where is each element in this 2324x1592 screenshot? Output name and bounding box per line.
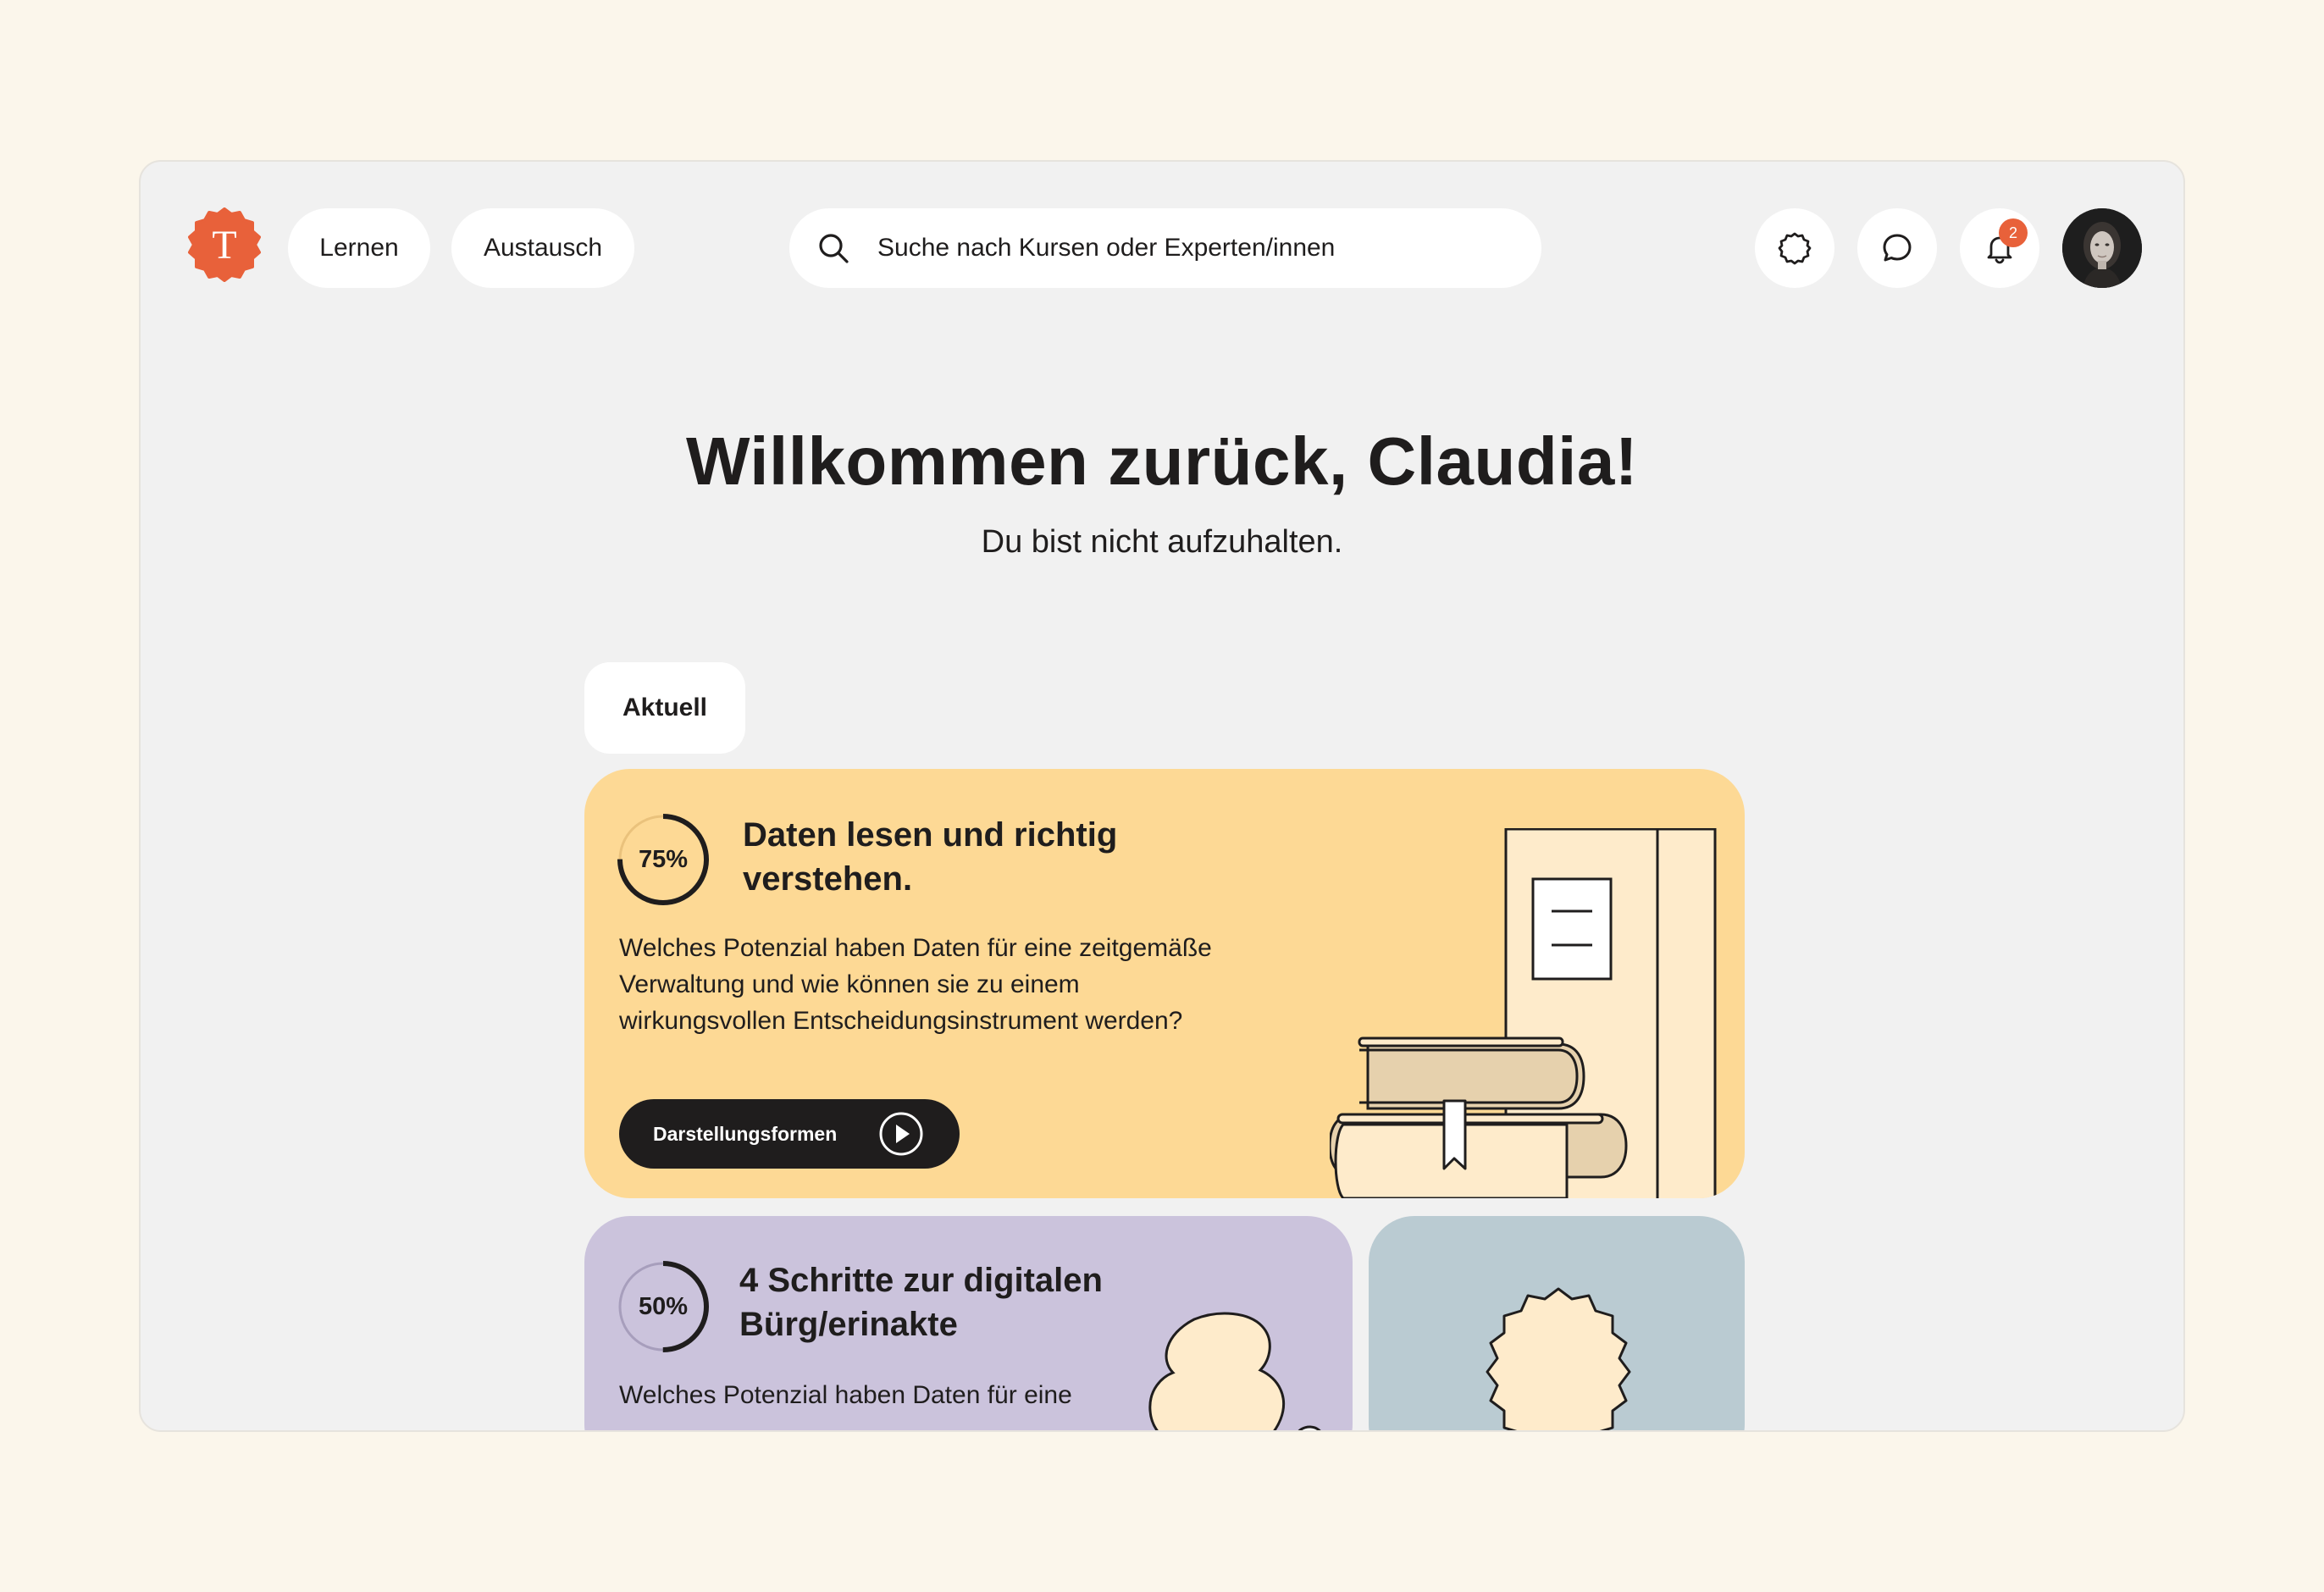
- play-icon: [879, 1112, 923, 1156]
- darstellungsformen-button[interactable]: Darstellungsformen: [619, 1099, 960, 1169]
- course-description-line: Welches Potenzial haben Daten für eine z…: [619, 934, 1212, 962]
- help-badge-icon: [1778, 232, 1812, 265]
- help-button[interactable]: [1755, 208, 1834, 288]
- course-description-line: wirkungsvollen Entscheidungsinstrument w…: [619, 1007, 1183, 1035]
- course-description-line: Welches Potenzial haben Daten für eine: [619, 1381, 1072, 1409]
- tab-aktuell[interactable]: Aktuell: [584, 662, 745, 754]
- logo[interactable]: T: [187, 207, 262, 282]
- course-title: 4 Schritte zur digitalen Bürg/erinakte: [739, 1258, 1103, 1346]
- course-description: Welches Potenzial haben Daten für eine z…: [619, 930, 1212, 1039]
- progress-label: 75%: [638, 845, 689, 873]
- nav-austausch-label: Austausch: [483, 234, 603, 262]
- course-title-line: 4 Schritte zur digitalen: [739, 1262, 1103, 1299]
- course-description-line: Verwaltung und wie können sie zu einem: [619, 970, 1080, 998]
- chat-button[interactable]: [1857, 208, 1937, 288]
- progress-ring: 75%: [616, 812, 711, 907]
- course-card-daten[interactable]: 75% Daten lesen und richtig verstehen. W…: [584, 769, 1745, 1198]
- notifications-button[interactable]: 2: [1960, 208, 2039, 288]
- page-title: Willkommen zurück, Claudia!: [685, 423, 1639, 499]
- progress-label: 50%: [638, 1292, 689, 1320]
- notification-count-badge: 2: [1999, 218, 2028, 247]
- course-card-3[interactable]: [1369, 1216, 1745, 1430]
- blob-illustration: [1148, 1312, 1321, 1430]
- course-description: Welches Potenzial haben Daten für eine: [619, 1377, 1072, 1413]
- logo-letter: T: [212, 223, 236, 268]
- nav-lernen-label: Lernen: [319, 234, 399, 262]
- chat-bubble-icon: [1883, 234, 1912, 262]
- course-title-line: verstehen.: [743, 860, 913, 898]
- course-title-line: Daten lesen und richtig: [743, 816, 1118, 854]
- tab-aktuell-label: Aktuell: [622, 694, 708, 721]
- progress-ring: 50%: [616, 1259, 711, 1354]
- course-title: Daten lesen und richtig verstehen.: [743, 813, 1117, 901]
- cta-label: Darstellungsformen: [653, 1122, 838, 1145]
- search-icon: [819, 234, 849, 263]
- nav-lernen-button[interactable]: Lernen: [288, 208, 430, 288]
- search-bar[interactable]: [789, 208, 1541, 288]
- search-input[interactable]: [877, 208, 1504, 288]
- user-photo: [2062, 208, 2142, 288]
- page-subtitle: Du bist nicht aufzuhalten.: [981, 524, 1343, 560]
- app-window: T Lernen Austausch 2: [139, 160, 2185, 1432]
- seal-illustration: [1486, 1287, 1631, 1430]
- course-card-buergerakte[interactable]: 50% 4 Schritte zur digitalen Bürg/erinak…: [584, 1216, 1353, 1430]
- nav-austausch-button[interactable]: Austausch: [451, 208, 634, 288]
- books-illustration: [1330, 828, 1717, 1198]
- course-title-line: Bürg/erinakte: [739, 1306, 958, 1343]
- avatar[interactable]: [2062, 208, 2142, 288]
